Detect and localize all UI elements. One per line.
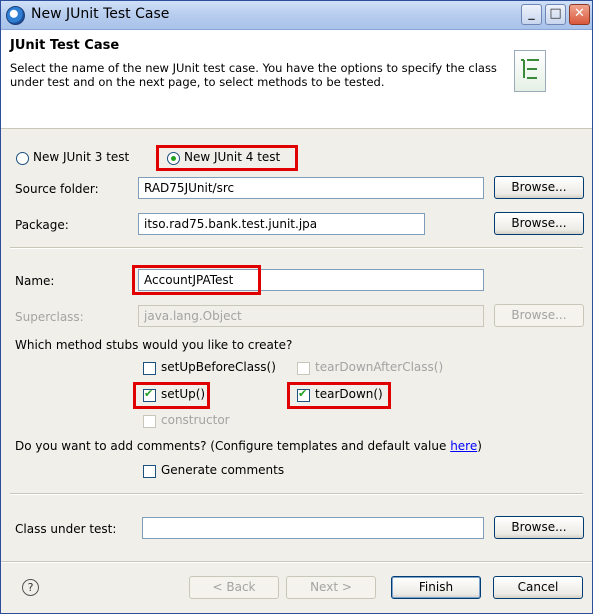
finish-button[interactable]: Finish [391,576,481,599]
teardownafterclass-checkbox[interactable] [297,362,310,375]
comments-question: Do you want to add comments? (Configure … [15,439,482,453]
stubs-question: Which method stubs would you like to cre… [15,338,293,352]
window-title: New JUnit Test Case [31,6,170,22]
wizard-header: JUnit Test Case Select the name of the n… [1,30,592,129]
setupbeforeclass-checkbox[interactable] [143,362,156,375]
setup-label: setUp() [161,387,206,401]
footer-separator [1,561,592,563]
junit-wizard-icon [514,50,546,92]
generate-comments-checkbox[interactable] [143,465,156,478]
package-field[interactable]: itso.rad75.bank.test.junit.jpa [138,213,425,235]
name-highlight [132,265,261,295]
source-folder-browse-button[interactable]: Browse... [494,176,584,199]
maximize-button[interactable]: □ [545,4,566,25]
package-label: Package: [15,218,69,232]
maximize-icon: □ [549,6,562,21]
source-folder-label: Source folder: [15,182,99,196]
class-under-test-label: Class under test: [15,522,117,536]
teardownafterclass-label: tearDownAfterClass() [315,360,444,374]
wizard-page-description: Select the name of the new JUnit test ca… [10,61,497,89]
separator [10,247,583,249]
wizard-page-title: JUnit Test Case [10,38,120,53]
superclass-field[interactable]: java.lang.Object [138,305,484,327]
class-under-test-field[interactable] [142,517,484,539]
constructor-checkbox[interactable] [143,415,156,428]
teardown-label: tearDown() [315,387,383,401]
junit4-label: New JUnit 4 test [184,150,281,164]
configure-templates-link[interactable]: here [450,439,477,453]
source-folder-field[interactable]: RAD75JUnit/src [138,177,484,199]
comments-question-text: Do you want to add comments? (Configure … [15,439,451,453]
back-button[interactable]: < Back [189,576,279,599]
teardown-checkbox[interactable] [297,387,310,402]
help-icon[interactable]: ? [22,579,39,596]
dialog-window: New JUnit Test Case _ □ ✕ JUnit Test Cas… [0,0,593,614]
name-label: Name: [15,274,55,288]
superclass-browse-button[interactable]: Browse... [494,304,584,327]
next-button[interactable]: Next > [286,576,376,599]
close-icon: ✕ [574,6,585,21]
close-button[interactable]: ✕ [569,4,590,25]
separator [10,493,583,495]
comments-question-end: ) [477,439,482,453]
generate-comments-label: Generate comments [161,463,285,477]
minimize-icon: _ [528,6,535,21]
superclass-label: Superclass: [15,310,84,324]
cancel-button[interactable]: Cancel [493,576,583,599]
junit3-label: New JUnit 3 test [33,150,130,164]
minimize-button[interactable]: _ [521,4,542,25]
junit4-radio[interactable] [167,152,180,165]
setupbeforeclass-label: setUpBeforeClass() [161,360,276,374]
junit3-radio[interactable] [16,152,29,165]
title-bar[interactable]: New JUnit Test Case _ □ ✕ [1,1,592,30]
constructor-label: constructor [161,413,230,427]
setup-checkbox[interactable] [143,387,156,402]
eclipse-app-icon [6,6,25,25]
class-under-test-browse-button[interactable]: Browse... [494,516,584,539]
package-browse-button[interactable]: Browse... [494,212,584,235]
